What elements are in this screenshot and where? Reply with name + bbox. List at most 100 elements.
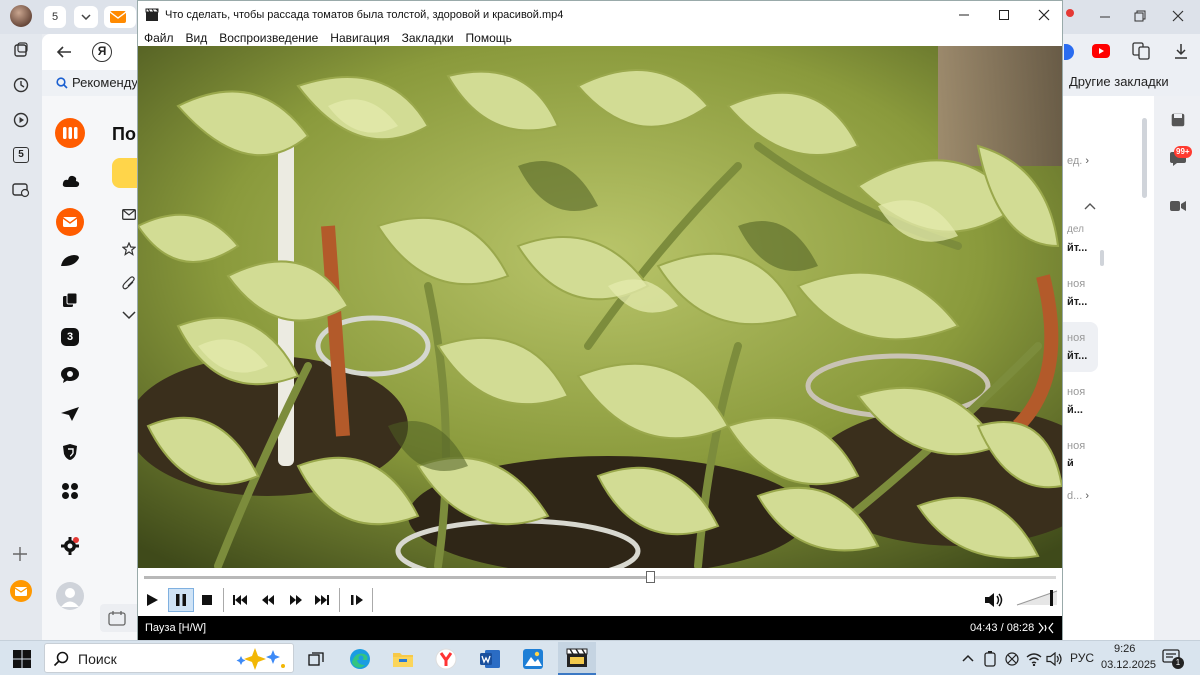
messenger-icon[interactable] — [60, 366, 80, 384]
player-status-bar: Пауза [H/W] 04:43 / 08:28 — [138, 616, 1062, 640]
volume-thumb[interactable] — [1049, 590, 1053, 606]
save-icon[interactable] — [1171, 113, 1185, 127]
clock-time[interactable]: 9:26 — [1114, 643, 1135, 655]
start-button[interactable] — [10, 647, 34, 671]
back-arrow-icon[interactable] — [56, 45, 72, 59]
menu-navigation[interactable]: Навигация — [324, 31, 395, 45]
mail-subject[interactable]: йт... — [1067, 242, 1087, 254]
fast-forward-button[interactable] — [285, 589, 307, 611]
youtube-icon[interactable] — [1092, 44, 1110, 58]
star-icon[interactable] — [122, 242, 136, 256]
five-badge-icon[interactable]: 5 — [11, 145, 31, 165]
video-call-icon[interactable] — [1170, 200, 1186, 212]
previous-button[interactable] — [229, 589, 251, 611]
wifi-icon[interactable] — [1026, 652, 1042, 666]
show-hidden-icons-chevron-icon[interactable] — [962, 654, 974, 662]
mail-link-partial-2[interactable]: d... › — [1067, 490, 1089, 502]
seek-thumb[interactable] — [646, 571, 656, 583]
task-view-button[interactable] — [304, 647, 328, 671]
menu-playback[interactable]: Воспроизведение — [213, 31, 324, 45]
yandex-logo-icon[interactable]: Я — [92, 42, 112, 62]
notification-count-badge: 1 — [1172, 657, 1184, 669]
mail-logo-icon[interactable] — [55, 118, 85, 148]
menu-file[interactable]: Файл — [138, 31, 180, 45]
clapperboard-icon — [145, 8, 159, 21]
seek-bar-fill — [144, 576, 652, 579]
play-circle-icon[interactable] — [11, 110, 31, 130]
video-frame[interactable] — [138, 46, 1062, 568]
apps-grid-icon[interactable] — [61, 482, 79, 500]
vk-leaf-icon[interactable] — [60, 254, 80, 268]
page-scrollbar[interactable] — [1142, 118, 1147, 198]
fullscreen-toggle-icon[interactable] — [1038, 622, 1054, 634]
send-icon[interactable] — [60, 406, 80, 422]
calendar-three-icon[interactable]: 3 — [61, 328, 79, 346]
download-icon[interactable] — [1172, 42, 1190, 60]
tab-counter[interactable]: 5 — [44, 6, 66, 28]
close-browser-button[interactable] — [1168, 8, 1188, 24]
screenshot-icon[interactable] — [11, 180, 31, 200]
extension-icon-blue[interactable] — [1064, 44, 1074, 60]
taskbar-search-box[interactable]: Поиск — [44, 643, 294, 673]
search-icon — [56, 77, 68, 89]
player-minimize-button[interactable] — [953, 7, 975, 23]
word-button[interactable] — [478, 647, 502, 671]
other-bookmarks-link[interactable]: Другие закладки — [1069, 74, 1169, 89]
mail-subject[interactable]: йт... — [1067, 296, 1087, 308]
menu-bookmarks[interactable]: Закладки — [396, 31, 460, 45]
user-avatar[interactable] — [56, 582, 84, 610]
clock-date[interactable]: 03.12.2025 — [1101, 659, 1156, 671]
player-close-button[interactable] — [1033, 7, 1055, 23]
shield-icon[interactable] — [61, 443, 79, 461]
search-highlight-sparkle-icon — [236, 648, 285, 670]
add-panel-icon[interactable] — [12, 546, 28, 562]
word-icon — [480, 650, 500, 668]
history-icon[interactable] — [11, 75, 31, 95]
settings-gear-icon[interactable] — [60, 536, 80, 556]
restore-icon — [1134, 10, 1146, 22]
avatar[interactable] — [10, 5, 32, 27]
mail-subject[interactable]: йт... — [1067, 350, 1087, 362]
minimize-browser-button[interactable] — [1095, 8, 1115, 24]
edge-browser-button[interactable] — [348, 647, 372, 671]
translate-icon[interactable] — [1132, 42, 1150, 60]
frame-step-button[interactable] — [346, 589, 368, 611]
recycle-icon[interactable] — [1005, 652, 1019, 666]
mail-tab[interactable] — [104, 6, 136, 28]
photos-button[interactable] — [521, 647, 545, 671]
stop-button[interactable] — [196, 589, 218, 611]
mute-button[interactable] — [983, 589, 1005, 611]
media-player-taskbar-button[interactable] — [558, 642, 596, 675]
mail-subject[interactable]: й — [1067, 458, 1074, 466]
play-button[interactable] — [141, 589, 163, 611]
restore-browser-button[interactable] — [1130, 8, 1150, 24]
inbox-envelope-icon[interactable] — [122, 209, 136, 220]
menu-view[interactable]: Вид — [180, 31, 214, 45]
menu-help[interactable]: Помощь — [460, 31, 518, 45]
docs-icon[interactable] — [62, 292, 78, 308]
expand-chevron-icon[interactable] — [122, 310, 136, 320]
mail-subject[interactable]: й... — [1067, 404, 1083, 416]
notification-center-button[interactable]: 1 — [1162, 649, 1184, 669]
battery-shield-icon[interactable] — [983, 651, 997, 667]
player-maximize-button[interactable] — [993, 7, 1015, 23]
file-explorer-button[interactable] — [391, 647, 415, 671]
mail-link-partial-1[interactable]: ед. › — [1067, 155, 1089, 167]
collections-icon[interactable] — [11, 40, 31, 60]
speaker-icon[interactable] — [1046, 652, 1064, 666]
paperclip-icon[interactable] — [122, 276, 136, 290]
nav-toolbar-left: Я — [42, 34, 137, 70]
yandex-browser-button[interactable] — [434, 647, 458, 671]
calendar-task-icon[interactable] — [100, 604, 138, 632]
cloud-icon[interactable] — [62, 174, 80, 188]
collapse-chevron-icon[interactable] — [1084, 202, 1096, 210]
mail-panel-icon[interactable] — [10, 580, 32, 602]
tabs-dropdown-button[interactable] — [74, 6, 98, 28]
mail-scrollbar[interactable] — [1100, 250, 1104, 266]
rewind-button[interactable] — [257, 589, 279, 611]
bookmark-recommend[interactable]: Рекомендуе — [72, 75, 145, 90]
input-language[interactable]: РУС — [1070, 651, 1094, 665]
pause-button[interactable] — [168, 588, 194, 612]
mail-icon[interactable] — [56, 208, 84, 236]
next-button[interactable] — [311, 589, 333, 611]
